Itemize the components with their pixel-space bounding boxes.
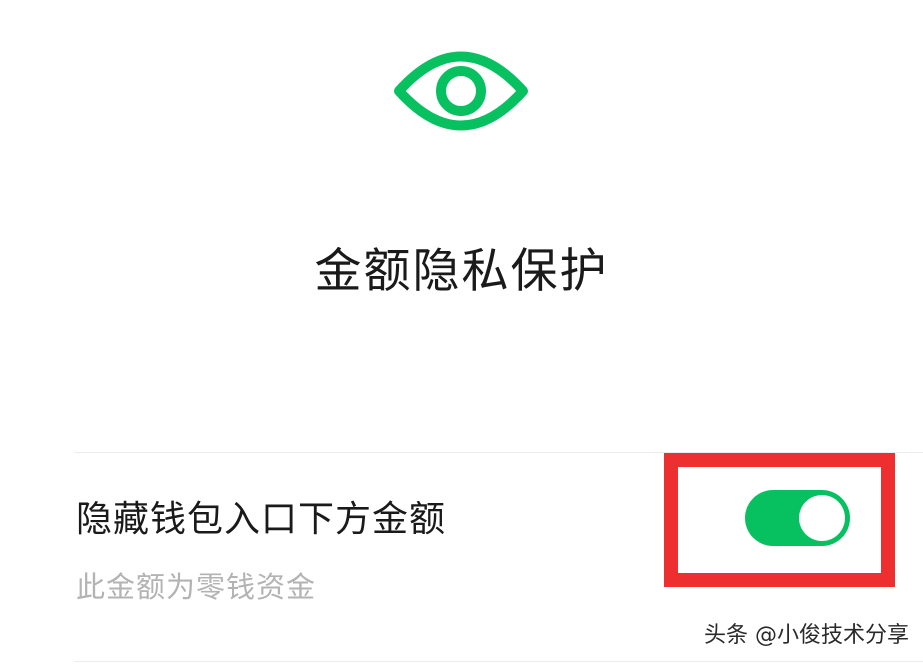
eye-icon [394,51,528,131]
divider-bottom [74,661,923,662]
setting-label: 隐藏钱包入口下方金额 [76,499,447,540]
setting-description: 此金额为零钱资金 [76,570,317,604]
hide-amount-toggle[interactable] [745,490,850,546]
toggle-knob [799,495,845,541]
watermark-text: 头条 @小俊技术分享 [704,623,909,648]
page-title: 金额隐私保护 [314,244,609,299]
